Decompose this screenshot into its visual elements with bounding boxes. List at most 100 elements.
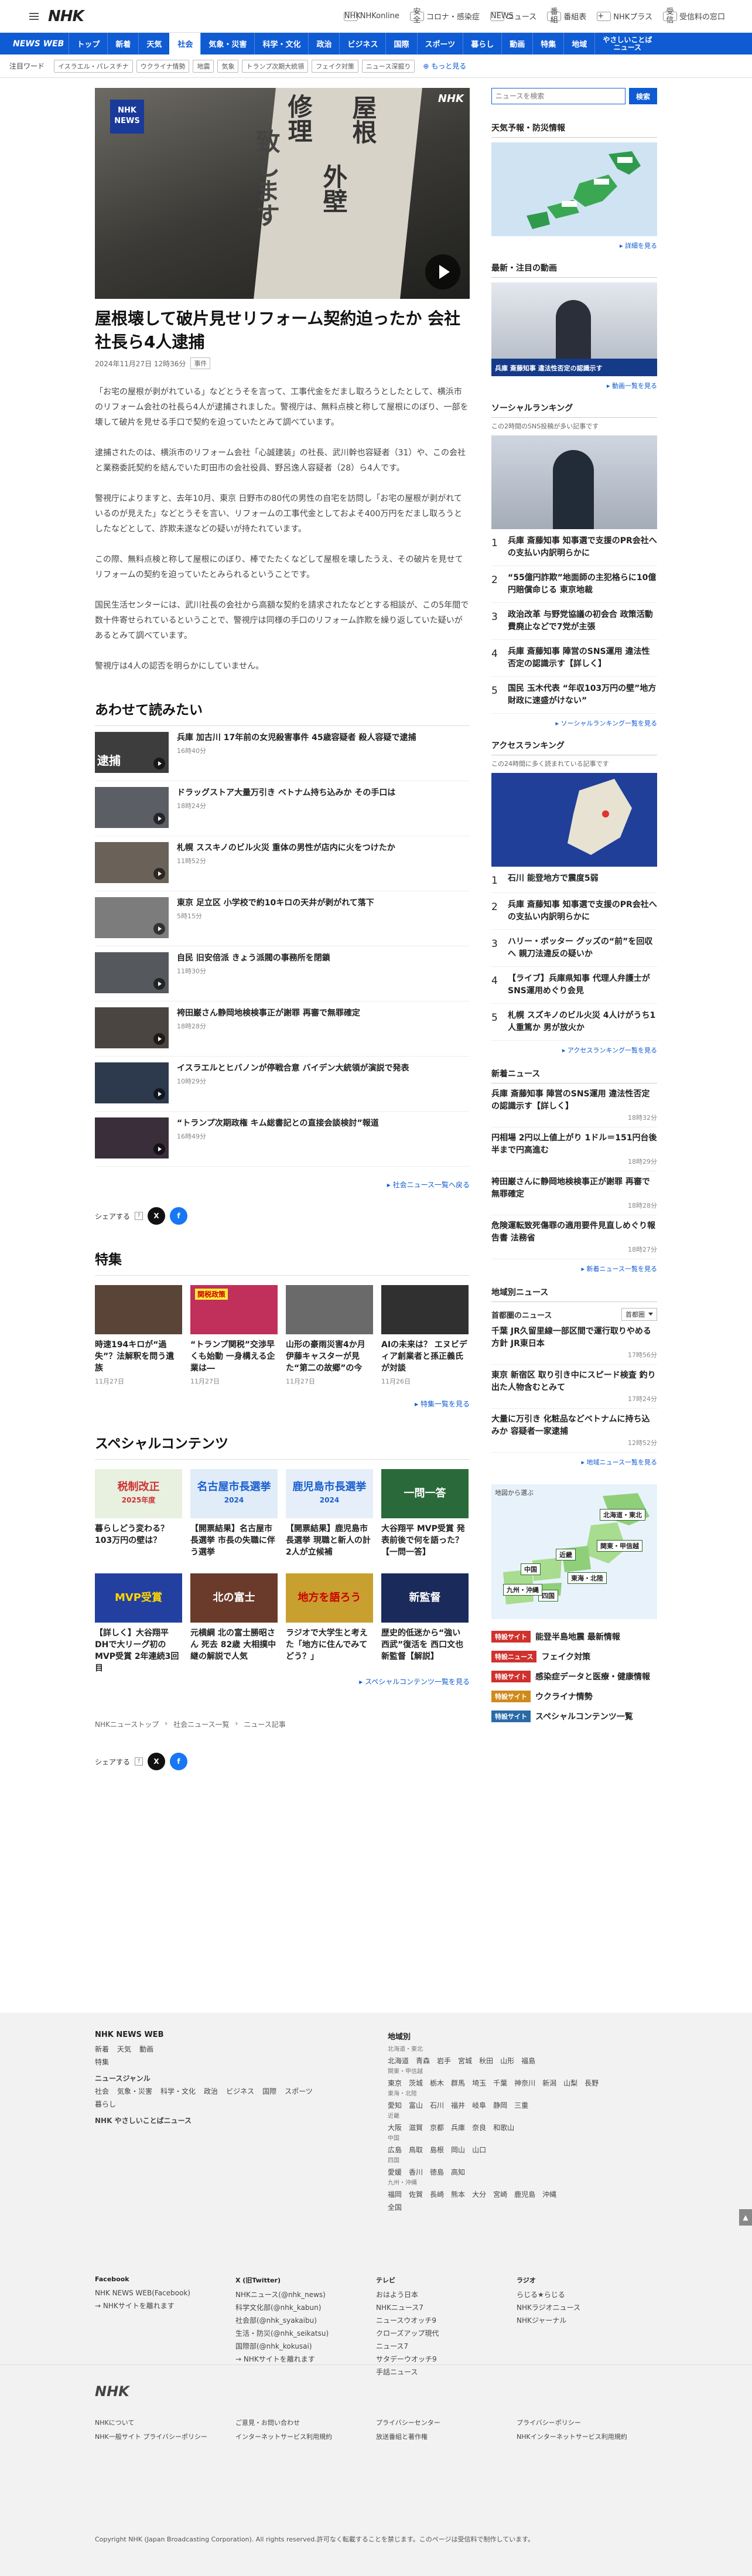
related-thumbnail[interactable]	[95, 1062, 169, 1103]
news-item[interactable]: 兵庫 斎藤知事 陣営のSNS運用 違法性否定の認識示す【詳しく】 18時32分	[491, 1083, 657, 1127]
footer-region-link[interactable]: 石川	[430, 2099, 444, 2112]
header-link[interactable]: NHK NHKonline	[343, 11, 399, 22]
related-item[interactable]: 逮捕 兵庫 加古川 17年前の女児殺害事件 45歳容疑者 殺人容疑で逮捕 16時40…	[95, 726, 470, 781]
footer-region-link[interactable]: 青森	[416, 2054, 430, 2067]
map-region-label[interactable]: 九州・沖縄	[503, 1584, 542, 1596]
footer-link[interactable]: スポーツ	[285, 2085, 313, 2098]
footer-link[interactable]: ビジネス	[226, 2085, 254, 2098]
play-icon[interactable]	[153, 813, 165, 824]
footer-region-link[interactable]: 長崎	[430, 2188, 444, 2201]
featured-video[interactable]: 兵庫 斎藤知事 違法性否定の認識示す	[491, 282, 657, 376]
map-region-label[interactable]: 関東・甲信越	[597, 1540, 642, 1552]
related-title[interactable]: 自民 旧安倍派 きょう派閥の事務所を閉鎖	[177, 952, 330, 964]
footer-region-link[interactable]: 新潟	[542, 2077, 556, 2090]
footer-region-link[interactable]: 埼玉	[472, 2077, 486, 2090]
footer-column-link[interactable]: らじる★らじる	[517, 2288, 657, 2301]
related-item[interactable]: 自民 旧安倍派 きょう派閥の事務所を閉鎖 11時30分	[95, 946, 470, 1001]
trend-tag[interactable]: フェイク対策	[312, 59, 358, 73]
special-card[interactable]: 税制改正 2025年度 暮らしどう変わる？ 103万円の壁は？	[95, 1469, 182, 1571]
nav-item-0[interactable]: トップ	[69, 33, 107, 54]
special-thumbnail[interactable]: 鹿児島市長選挙 2024	[286, 1469, 373, 1518]
x-share-icon[interactable]: X	[148, 1753, 166, 1770]
special-card[interactable]: MVP受賞 【詳しく】大谷翔平 DHで大リーグ初のMVP受賞 2年連続3回目	[95, 1573, 182, 1675]
footer-bottom-link[interactable]: NHKインターネットサービス利用規約	[517, 2431, 634, 2443]
feature-thumbnail[interactable]: 関税政策	[190, 1285, 278, 1334]
menu-icon[interactable]	[29, 12, 39, 20]
footer-region-link[interactable]: 岐阜	[472, 2099, 486, 2112]
nhk-logo[interactable]: NHK	[48, 8, 84, 25]
news-web-logo[interactable]: NEWS WEB	[0, 39, 69, 49]
search-button[interactable]: 検索	[629, 88, 657, 104]
footer-region-link[interactable]: 沖縄	[542, 2188, 556, 2201]
footer-region-link[interactable]: 全国	[388, 2201, 402, 2214]
footer-region-link[interactable]: 宮城	[458, 2054, 472, 2067]
nav-item-11[interactable]: 動画	[501, 33, 532, 54]
related-title[interactable]: 兵庫 加古川 17年前の女児殺害事件 45歳容疑者 殺人容疑で逮捕	[177, 732, 416, 744]
nav-item-9[interactable]: スポーツ	[416, 33, 463, 54]
footer-region-link[interactable]: 大分	[472, 2188, 486, 2201]
footer-bottom-link[interactable]: ご意見・お問い合わせ	[235, 2417, 353, 2429]
news-title[interactable]: 袴田巌さんに静岡地検検事正が謝罪 再審で無罪確定	[491, 1176, 657, 1201]
ranking-title[interactable]: 政治改革 与野党協議の初会合 政策活動費廃止などで7党が主張	[508, 609, 657, 633]
feature-thumbnail[interactable]	[381, 1285, 469, 1334]
ranking-item[interactable]: 2 “55億円詐欺”地面師の主犯格らに10億円賠償命じる 東京地裁	[491, 566, 657, 603]
footer-column-link[interactable]: ニュースウオッチ9	[376, 2314, 517, 2327]
footer-region-link[interactable]: 東京	[388, 2077, 402, 2090]
footer-region-link[interactable]: 山口	[472, 2144, 486, 2156]
social-ranking-more-link[interactable]: ▸ ソーシャルランキング一覧を見る	[491, 718, 657, 728]
play-icon[interactable]	[425, 254, 460, 289]
topic-title[interactable]: フェイク対策	[541, 1651, 590, 1662]
header-link[interactable]: + NHKプラス	[597, 11, 652, 22]
footer-region-link[interactable]: 島根	[430, 2144, 444, 2156]
feature-thumbnail[interactable]	[95, 1285, 182, 1334]
ranking-item[interactable]: 4 【ライブ】兵庫県知事 代理人弁護士がSNS運用めぐり会見	[491, 967, 657, 1004]
footer-bottom-link[interactable]: プライバシーセンター	[376, 2417, 493, 2429]
special-card[interactable]: 一問一答 大谷翔平 MVP受賞 発表前後で何を語った？【一問一答】	[381, 1469, 469, 1571]
news-item[interactable]: 東京 新宿区 取り引き中にスピード検査 釣り出た人物含むとみて 17時24分	[491, 1365, 657, 1409]
scroll-top-button[interactable]: ▲	[739, 2209, 752, 2226]
news-item[interactable]: 袴田巌さんに静岡地検検事正が謝罪 再審で無罪確定 18時28分	[491, 1171, 657, 1215]
play-icon[interactable]	[153, 868, 165, 880]
footer-region-link[interactable]: 神奈川	[514, 2077, 535, 2090]
ranking-title[interactable]: 石川 能登地方で震度5弱	[508, 873, 599, 887]
special-title[interactable]: 大谷翔平 MVP受賞 発表前後で何を語った？【一問一答】	[381, 1523, 469, 1571]
play-icon[interactable]	[153, 1143, 165, 1155]
footer-column-link[interactable]: クローズアップ現代	[376, 2327, 517, 2340]
footer-region-link[interactable]: 山形	[500, 2054, 514, 2067]
footer-column-link[interactable]: 生活・防災(@nhk_seikatsu)	[235, 2327, 376, 2340]
feature-card[interactable]: AIの未来は？ エヌビディア創業者と孫正義氏が対談 11月26日	[381, 1285, 469, 1386]
footer-region-link[interactable]: 富山	[409, 2099, 423, 2112]
related-thumbnail[interactable]	[95, 1007, 169, 1048]
trend-tag[interactable]: イスラエル・パレスチナ	[54, 59, 133, 73]
map-region-label[interactable]: 東海・北陸	[568, 1572, 607, 1584]
footer-link[interactable]: 社会	[95, 2085, 109, 2098]
footer-column-link[interactable]: NHKニュース(@nhk_news)	[235, 2288, 376, 2301]
related-title[interactable]: “トランプ次期政権 キム総書記との直接会談検討”報道	[177, 1117, 379, 1129]
footer-region-link[interactable]: 福岡	[388, 2188, 402, 2201]
facebook-share-icon[interactable]: f	[170, 1207, 188, 1225]
ranking-item[interactable]: 4 兵庫 斎藤知事 陣営のSNS運用 違法性否定の認識示す【詳しく】	[491, 640, 657, 677]
footer-region-link[interactable]: 兵庫	[451, 2121, 465, 2134]
special-card[interactable]: 新監督 歴史的低迷から“強い西武”復活を 西口文也新監督【解説】	[381, 1573, 469, 1675]
footer-column-link[interactable]: サタデーウオッチ9	[376, 2353, 517, 2366]
related-item[interactable]: 袴田巌さん静岡地検検事正が謝罪 再審で無罪確定 18時28分	[95, 1001, 470, 1057]
related-thumbnail[interactable]	[95, 842, 169, 883]
ranking-item[interactable]: 5 札幌 スズキノのビル火災 4人けがうち1人重篤か 男が放火か	[491, 1004, 657, 1041]
footer-column-link[interactable]: 国際部(@nhk_kokusai)	[235, 2340, 376, 2353]
nav-item-6[interactable]: 政治	[308, 33, 339, 54]
regional-more-link[interactable]: ▸ 地域ニュース一覧を見る	[491, 1457, 657, 1467]
footer-region-link[interactable]: 栃木	[430, 2077, 444, 2090]
news-title[interactable]: 兵庫 斎藤知事 陣営のSNS運用 違法性否定の認識示す【詳しく】	[491, 1088, 657, 1113]
nav-item-5[interactable]: 科学・文化	[254, 33, 308, 54]
related-thumbnail[interactable]	[95, 787, 169, 828]
related-item[interactable]: 札幌 ススキノのビル火災 重体の男性が店内に火をつけたか 11時52分	[95, 836, 470, 891]
special-thumbnail[interactable]: 税制改正 2025年度	[95, 1469, 182, 1518]
footer-region-link[interactable]: 秋田	[479, 2054, 493, 2067]
footer-region-link[interactable]: 長野	[584, 2077, 599, 2090]
footer-link[interactable]: 国際	[262, 2085, 276, 2098]
news-title[interactable]: 円相場 2円以上値上がり 1ドル＝151円台後半まで円高進む	[491, 1132, 657, 1157]
weather-map[interactable]	[491, 142, 657, 236]
related-thumbnail[interactable]	[95, 952, 169, 993]
footer-region-link[interactable]: 和歌山	[493, 2121, 514, 2134]
related-thumbnail[interactable]	[95, 897, 169, 938]
